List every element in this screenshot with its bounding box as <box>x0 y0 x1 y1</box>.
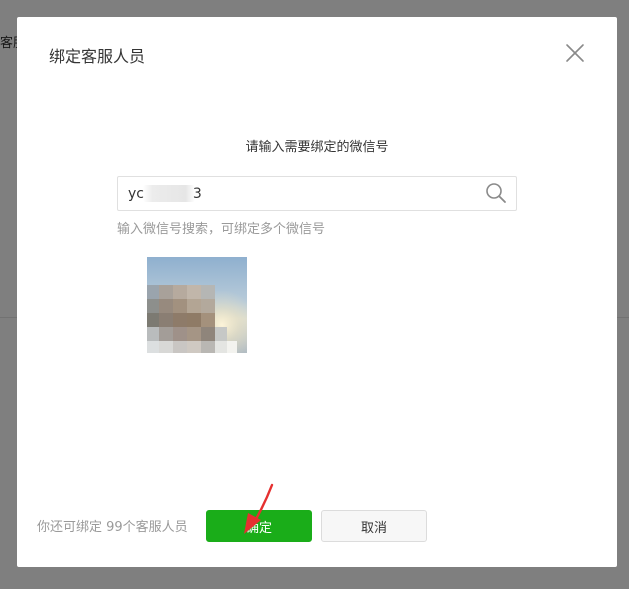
search-hint: 输入微信号搜索，可绑定多个微信号 <box>117 222 326 237</box>
search-button[interactable] <box>485 182 507 204</box>
confirm-button[interactable]: 确定 <box>206 510 312 542</box>
bind-agent-dialog: 绑定客服人员 请输入需要绑定的微信号 输入微信号搜索，可绑定多个微信号 <box>17 17 617 567</box>
search-result-avatar[interactable] <box>147 257 247 357</box>
close-icon <box>566 44 584 62</box>
search-prompt: 请输入需要绑定的微信号 <box>245 140 389 155</box>
redaction-mask <box>143 185 195 202</box>
remaining-quota-text: 你还可绑定 99个客服人员 <box>37 520 188 535</box>
close-button[interactable] <box>563 41 587 65</box>
wechat-id-search-box <box>117 176 517 211</box>
dialog-title: 绑定客服人员 <box>49 47 146 66</box>
cancel-button[interactable]: 取消 <box>321 510 427 542</box>
profile-photo-icon <box>147 257 247 357</box>
search-icon <box>486 183 506 203</box>
